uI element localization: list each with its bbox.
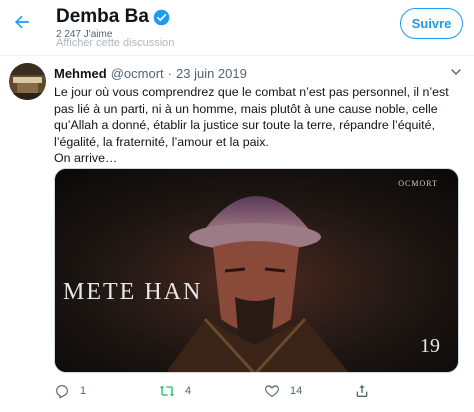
meta-separator: · bbox=[167, 66, 173, 81]
retweet-icon bbox=[160, 385, 174, 397]
tweet-handle[interactable]: @ocmort bbox=[111, 66, 164, 81]
tweet-text-closing: On arrive… bbox=[54, 151, 118, 166]
back-arrow-icon bbox=[15, 15, 29, 29]
media-episode-number: 19 bbox=[420, 335, 440, 357]
like-count: 14 bbox=[290, 385, 303, 397]
show-thread-text: Afficher cette discussion bbox=[56, 37, 175, 49]
page-header: Demba Ba 2 247 J'aime Afficher cette dis… bbox=[0, 0, 474, 56]
tweet-header: Mehmed @ocmort · 23 juin 2019 bbox=[54, 66, 247, 81]
media-brand-text: OCMORT bbox=[398, 179, 438, 188]
tweet-author-name[interactable]: Mehmed bbox=[54, 66, 107, 81]
profile-title: Demba Ba bbox=[56, 6, 170, 28]
reply-button[interactable]: 1 bbox=[54, 383, 86, 399]
like-button[interactable]: 14 bbox=[264, 383, 302, 399]
like-icon bbox=[265, 385, 279, 397]
reply-count: 1 bbox=[80, 385, 87, 397]
reply-icon bbox=[56, 385, 68, 399]
avatar[interactable] bbox=[9, 63, 46, 100]
media-title-text: METE HAN bbox=[63, 279, 203, 305]
tweet-date[interactable]: 23 juin 2019 bbox=[176, 66, 247, 81]
tweet-text-body: Le jour où vous comprendrez que le comba… bbox=[54, 85, 449, 149]
back-button[interactable] bbox=[8, 8, 36, 36]
retweet-count: 4 bbox=[185, 385, 192, 397]
retweet-button[interactable]: 4 bbox=[159, 383, 191, 399]
chevron-down-icon[interactable] bbox=[448, 64, 464, 80]
share-button[interactable] bbox=[354, 383, 370, 399]
share-icon bbox=[356, 385, 368, 397]
tweet-actions: 1 4 14 bbox=[54, 383, 368, 401]
tweet-text: Le jour où vous comprendrez que le comba… bbox=[54, 84, 466, 167]
tweet-media-image[interactable]: OCMORT METE HAN 19 bbox=[54, 168, 459, 373]
follow-button[interactable]: Suivre bbox=[400, 8, 463, 39]
profile-name: Demba Ba bbox=[56, 6, 149, 27]
media-illustration bbox=[55, 169, 458, 372]
verified-badge-icon bbox=[153, 9, 170, 25]
